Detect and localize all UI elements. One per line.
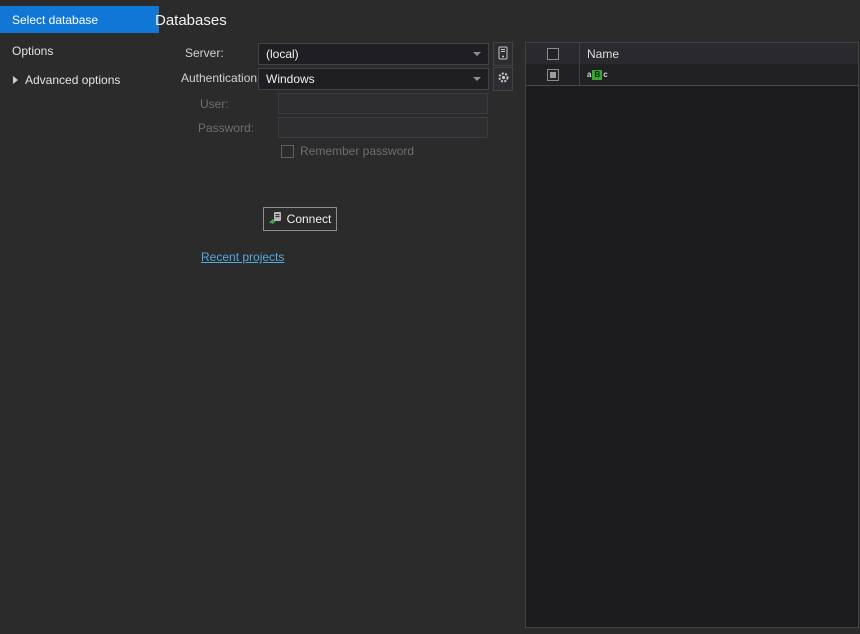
sidebar-item-select-database[interactable]: Select database xyxy=(0,6,159,33)
browse-servers-button[interactable] xyxy=(493,42,513,66)
abc-icon: a B c xyxy=(587,69,608,80)
server-dropdown-value: (local) xyxy=(266,47,299,61)
remember-password-label: Remember password xyxy=(300,144,415,158)
sidebar-item-advanced-options[interactable]: Advanced options xyxy=(13,73,120,87)
recent-projects-link[interactable]: Recent projects xyxy=(201,250,284,264)
server-dropdown[interactable]: (local) xyxy=(258,43,489,65)
table-row[interactable]: a B c xyxy=(526,64,858,86)
select-all-checkbox[interactable] xyxy=(546,47,559,60)
sidebar-item-label: Advanced options xyxy=(25,73,121,87)
authentication-dropdown-value: Windows xyxy=(266,72,315,86)
connect-icon xyxy=(269,211,282,227)
password-input xyxy=(278,117,488,138)
auth-settings-button[interactable] xyxy=(493,67,513,91)
server-label: Server: xyxy=(185,46,224,60)
password-label: Password: xyxy=(198,121,255,135)
remember-password-checkbox xyxy=(281,144,294,158)
sidebar: Select database Options Advanced options xyxy=(0,0,159,634)
expand-arrow-icon xyxy=(13,76,18,84)
column-header-name[interactable]: Name xyxy=(580,43,858,64)
row-name-cell: a B c xyxy=(580,64,858,85)
remember-password-option: Remember password xyxy=(281,144,414,158)
user-label: User: xyxy=(200,97,229,111)
connect-button[interactable]: Connect xyxy=(263,207,337,231)
authentication-label: Authentication: xyxy=(181,71,261,85)
chevron-down-icon xyxy=(473,52,481,56)
authentication-dropdown[interactable]: Windows xyxy=(258,68,489,90)
chevron-down-icon xyxy=(473,77,481,81)
server-icon xyxy=(498,46,508,63)
sidebar-item-options[interactable]: Options xyxy=(12,44,53,58)
sidebar-item-label: Select database xyxy=(12,12,99,27)
row-checkbox[interactable] xyxy=(546,68,559,81)
page-title: Databases xyxy=(155,12,227,29)
connect-button-label: Connect xyxy=(286,212,332,226)
app-window: Select database Options Advanced options… xyxy=(0,0,860,634)
row-check-cell xyxy=(526,64,580,85)
user-input xyxy=(278,93,488,114)
grid-header-row: Name xyxy=(526,43,858,65)
grid-header-check-cell xyxy=(526,43,580,64)
sidebar-item-label: Options xyxy=(12,44,54,58)
databases-grid: Name a B c xyxy=(525,42,859,628)
gear-icon xyxy=(497,71,510,87)
